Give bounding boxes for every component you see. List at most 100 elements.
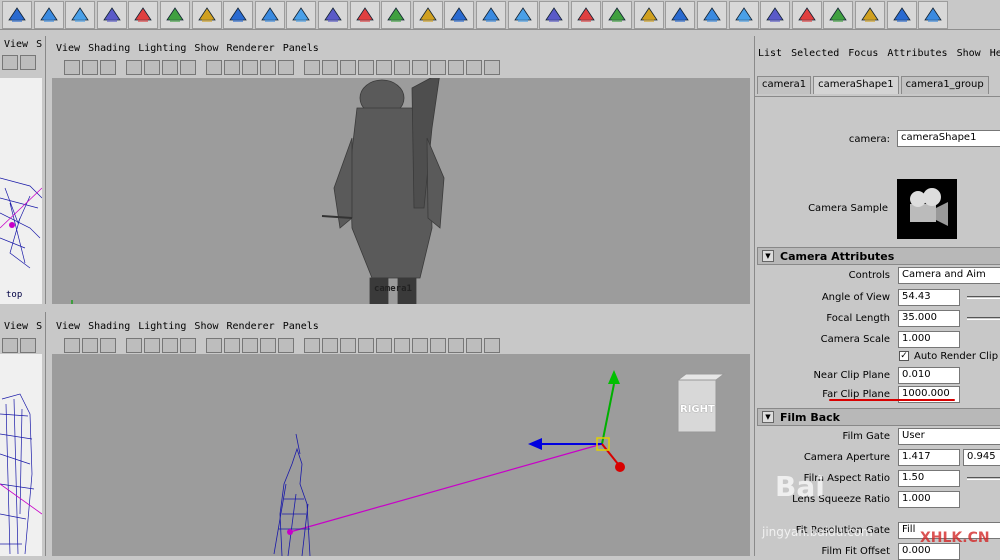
menu-shading[interactable]: Shading [88, 43, 130, 54]
sphere-icon[interactable] [2, 0, 32, 29]
camera-scale-field[interactable]: 1.000 [898, 331, 960, 348]
viewport-tool-button[interactable] [224, 337, 240, 353]
viewport-tool-button[interactable] [394, 59, 410, 75]
focal-length-slider[interactable] [967, 317, 1000, 320]
gear-check-icon[interactable] [886, 0, 917, 29]
viewport-tool-button[interactable] [180, 337, 196, 353]
film-back-section[interactable]: ▼ Film Back [757, 408, 1000, 426]
cluster-icon[interactable] [760, 0, 791, 29]
top-left-viewport[interactable]: top [0, 78, 42, 304]
bottom-main-viewport[interactable]: RIGHT [52, 354, 750, 556]
focal-length-field[interactable]: 35.000 [898, 310, 960, 327]
menu-selected[interactable]: Selected [791, 48, 839, 62]
viewport-tool-button[interactable] [100, 59, 116, 75]
menu-panels[interactable]: Panels [283, 43, 319, 54]
menu-view[interactable]: View [56, 321, 80, 332]
menu-view[interactable]: View [56, 43, 80, 54]
viewport-tool-button[interactable] [242, 59, 258, 75]
menu-panels[interactable]: Panels [283, 321, 319, 332]
viewport-tool-button[interactable] [82, 59, 98, 75]
menu-shading[interactable]: Shading [88, 321, 130, 332]
poly-plane-icon[interactable] [444, 0, 475, 29]
viewport-tool-button[interactable] [484, 59, 500, 75]
viewport-tool-button[interactable] [144, 337, 160, 353]
menu-view[interactable]: View [4, 39, 28, 50]
camera-aperture-y-field[interactable]: 0.945 [963, 449, 1000, 466]
viewport-tool-button[interactable] [162, 337, 178, 353]
viewport-tool-button[interactable] [278, 59, 294, 75]
viewport-tool-button[interactable] [198, 60, 204, 75]
bottom-left-viewport[interactable] [0, 354, 42, 556]
poly-cube-icon[interactable] [412, 0, 443, 29]
film-aspect-slider[interactable] [967, 477, 1000, 480]
viewport-tool-button[interactable] [448, 337, 464, 353]
viewport-tool-button[interactable] [340, 59, 356, 75]
viewport-tool-button[interactable] [64, 59, 80, 75]
poly-sphere-icon[interactable] [381, 0, 412, 29]
deform-icon[interactable] [665, 0, 696, 29]
collapse-triangle-icon[interactable]: ▼ [762, 411, 774, 423]
viewport-tool-button[interactable] [162, 59, 178, 75]
nurbs-plane-icon[interactable] [191, 0, 222, 29]
viewport-tool-button[interactable] [322, 59, 338, 75]
menu-renderer[interactable]: Renderer [227, 321, 275, 332]
viewport-tool-button[interactable] [376, 59, 392, 75]
menu-lighting[interactable]: Lighting [138, 43, 186, 54]
viewport-tool-button[interactable] [206, 337, 222, 353]
viewport-tool-button[interactable] [126, 59, 142, 75]
near-clip-field[interactable]: 0.010 [898, 367, 960, 384]
torus-icon[interactable] [159, 0, 190, 29]
viewport-tool-button[interactable] [484, 337, 500, 353]
menu-show[interactable]: Show [194, 321, 218, 332]
tool-button[interactable] [2, 337, 18, 353]
tab-camera1[interactable]: camera1 [757, 76, 812, 94]
cube-icon[interactable] [33, 0, 64, 29]
viewport-tool-button[interactable] [466, 59, 482, 75]
viewport-tool-button[interactable] [466, 337, 482, 353]
viewport-tool-button[interactable] [100, 337, 116, 353]
viewport-tool-button[interactable] [278, 337, 294, 353]
angle-of-view-field[interactable]: 54.43 [898, 289, 960, 306]
bend-icon[interactable] [697, 0, 728, 29]
viewport-tool-button[interactable] [376, 337, 392, 353]
tool-button[interactable] [2, 54, 18, 70]
viewport-tool-button[interactable] [118, 338, 124, 353]
subdiv-icon[interactable] [349, 0, 380, 29]
viewport-tool-button[interactable] [118, 60, 124, 75]
camera-check-icon[interactable] [918, 0, 949, 29]
auto-render-clip-checkbox[interactable]: ✓ [899, 351, 909, 361]
menu-attributes[interactable]: Attributes [887, 48, 947, 62]
menu-shading-truncated[interactable]: S [36, 321, 42, 332]
viewport-tool-button[interactable] [296, 338, 302, 353]
viewport-tool-button[interactable] [304, 337, 320, 353]
tool-button[interactable] [20, 337, 36, 353]
tab-camera1-group[interactable]: camera1_group [900, 76, 989, 94]
camera-aperture-x-field[interactable]: 1.417 [898, 449, 960, 466]
viewport-tool-button[interactable] [358, 59, 374, 75]
viewport-tool-button[interactable] [144, 59, 160, 75]
menu-show[interactable]: Show [194, 43, 218, 54]
poly-ops-icon[interactable] [570, 0, 601, 29]
viewport-tool-button[interactable] [304, 59, 320, 75]
sphere-check-icon[interactable] [855, 0, 886, 29]
menu-renderer[interactable]: Renderer [227, 43, 275, 54]
menu-view[interactable]: View [4, 321, 28, 332]
viewport-tool-button[interactable] [296, 60, 302, 75]
controls-dropdown[interactable]: Camera and Aim [898, 267, 1000, 284]
viewport-tool-button[interactable] [448, 59, 464, 75]
checker-icon[interactable] [602, 0, 633, 29]
viewport-tool-button[interactable] [82, 337, 98, 353]
menu-lighting[interactable]: Lighting [138, 321, 186, 332]
lens-squeeze-field[interactable]: 1.000 [898, 491, 960, 508]
viewport-tool-button[interactable] [242, 337, 258, 353]
cv-curve-icon[interactable] [317, 0, 348, 29]
viewport-tool-button[interactable] [224, 59, 240, 75]
viewport-tool-button[interactable] [412, 59, 428, 75]
film-aspect-field[interactable]: 1.50 [898, 470, 960, 487]
circle-icon[interactable] [286, 0, 317, 29]
viewport-tool-button[interactable] [206, 59, 222, 75]
viewport-tool-button[interactable] [126, 337, 142, 353]
select-arrow-icon[interactable] [475, 0, 506, 29]
viewport-tool-button[interactable] [260, 337, 276, 353]
poly-cylinder-icon[interactable] [223, 0, 254, 29]
